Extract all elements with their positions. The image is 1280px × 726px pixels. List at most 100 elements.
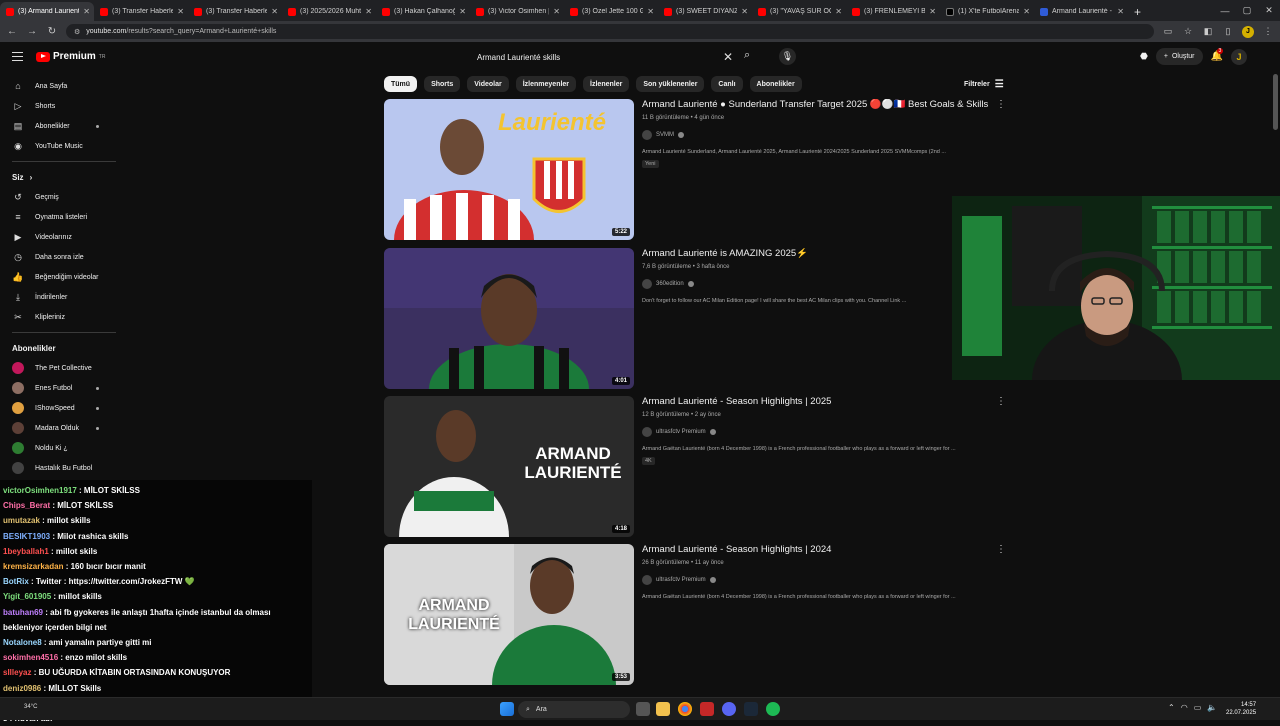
forward-icon[interactable]: → xyxy=(26,26,38,37)
search-icon[interactable]: ⌕ xyxy=(744,49,750,62)
task-view-icon[interactable] xyxy=(636,702,650,716)
start-icon[interactable] xyxy=(500,702,514,716)
tray-chevron-icon[interactable]: ⌃ xyxy=(1168,703,1175,712)
sidebar-item[interactable]: ◷ Daha sonra izle xyxy=(0,247,116,267)
close-tab-icon[interactable]: ✕ xyxy=(553,7,560,16)
back-icon[interactable]: ← xyxy=(6,26,18,37)
browser-tab[interactable]: (3) Victor Osimhen | 7 ✕ xyxy=(470,2,564,21)
sidebar-item[interactable]: ⌂ Ana Sayfa xyxy=(0,76,116,96)
close-tab-icon[interactable]: ✕ xyxy=(929,7,936,16)
video-thumbnail[interactable]: ARMAND LAURIENTÉ 4:18 xyxy=(384,396,634,537)
browser-tab[interactable]: (3) Hakan Çalhanoğlu✕ xyxy=(376,2,470,21)
filter-chip[interactable]: Son yüklenenler xyxy=(636,76,705,92)
url-field[interactable]: ⚙ youtube.com/results?search_query=Arman… xyxy=(66,24,1154,39)
sidebar-subscription[interactable]: IShowSpeed xyxy=(0,398,116,418)
close-window-icon[interactable]: ✕ xyxy=(1258,0,1280,21)
browser-tab[interactable]: (3) Armand Laurienté ✕ xyxy=(0,2,94,21)
filter-chip[interactable]: Videolar xyxy=(467,76,509,92)
more-options-icon[interactable]: ⋮ xyxy=(996,544,1006,555)
youtube-premium-logo[interactable]: Premium TR xyxy=(36,51,105,62)
media-app-icon[interactable] xyxy=(700,702,714,716)
wifi-icon[interactable]: ◠ xyxy=(1181,703,1188,712)
sidebar-item[interactable]: ▤ Abonelikler xyxy=(0,116,116,136)
browser-tab[interactable]: (3) "YAVAŞ SÜR OĞLU ✕ xyxy=(752,2,846,21)
video-thumbnail[interactable]: ARMAND LAURIENTÉ 3:53 xyxy=(384,544,634,685)
close-tab-icon[interactable]: ✕ xyxy=(459,7,466,16)
sidebar-subscription[interactable]: Madara Olduk xyxy=(0,418,116,438)
cast-icon[interactable]: ▭ xyxy=(1162,26,1174,37)
close-tab-icon[interactable]: ✕ xyxy=(83,7,90,16)
sidebar-subscription[interactable]: Noldu Ki ¿ xyxy=(0,438,116,458)
new-tab-icon[interactable]: + xyxy=(1128,2,1147,21)
cast-tv-icon[interactable]: ⬣ xyxy=(1140,51,1148,62)
sidebar-item[interactable]: ✂ Klipleriniz xyxy=(0,307,116,327)
scrollbar-thumb[interactable] xyxy=(1273,74,1278,130)
filter-chip[interactable]: İzlenenler xyxy=(583,76,630,92)
browser-tab[interactable]: (3) Transfer Haberleri ✕ xyxy=(188,2,282,21)
filter-chip[interactable]: İzlenmeyenler xyxy=(515,76,577,92)
sidebar-item[interactable]: ▷ Shorts xyxy=(0,96,116,116)
sidebar-subscription[interactable]: Hastalık Bu Futbol xyxy=(0,458,116,478)
maximize-icon[interactable]: ▢ xyxy=(1236,0,1258,21)
sidebar-subscription[interactable]: The Pet Collective xyxy=(0,358,116,378)
filters-button[interactable]: Filtreler ☰ xyxy=(964,79,1004,90)
volume-icon[interactable]: 🔈 xyxy=(1207,703,1217,712)
sidebar-subscription[interactable]: Enes Futbol xyxy=(0,378,116,398)
chrome-icon[interactable] xyxy=(678,702,692,716)
browser-profile-avatar[interactable]: J xyxy=(1242,25,1254,38)
close-tab-icon[interactable]: ✕ xyxy=(741,7,748,16)
close-tab-icon[interactable]: ✕ xyxy=(647,7,654,16)
browser-tab[interactable]: (3) 2025/2026 Muhtem✕ xyxy=(282,2,376,21)
network-icon[interactable]: ▭ xyxy=(1194,703,1202,712)
browser-tab[interactable]: (3) SWEET DIYANZA ✕ xyxy=(658,2,752,21)
video-title[interactable]: Armand Laurienté ● Sunderland Transfer T… xyxy=(642,99,992,113)
weather-widget[interactable]: 34°C xyxy=(24,704,37,710)
search-input[interactable] xyxy=(468,47,738,67)
notifications-bell-icon[interactable]: 🔔 3 xyxy=(1211,48,1224,62)
sidebar-item[interactable]: 👍 Beğendiğim videolar xyxy=(0,267,116,287)
clear-search-icon[interactable]: ✕ xyxy=(723,50,733,64)
video-channel[interactable]: 360edition xyxy=(642,279,992,289)
video-result[interactable]: 4:01 Armand Laurienté is AMAZING 2025⚡ 7,6… xyxy=(384,248,1006,390)
more-options-icon[interactable]: ⋮ xyxy=(996,396,1006,407)
browser-menu-icon[interactable]: ⋮ xyxy=(1262,26,1274,37)
taskbar-search[interactable]: ⌕ Ara xyxy=(518,701,630,718)
browser-tab[interactable]: (3) FRENLEMEYİ BANA✕ xyxy=(846,2,940,21)
browser-tab[interactable]: (3) Transfer Haberleri ✕ xyxy=(94,2,188,21)
account-avatar[interactable]: J xyxy=(1230,48,1247,65)
menu-icon[interactable] xyxy=(12,52,23,61)
video-result[interactable]: Laurienté 5:22 Armand Laurienté ● Sunderla… xyxy=(384,99,1006,241)
close-tab-icon[interactable]: ✕ xyxy=(177,7,184,16)
video-channel[interactable]: ultrasfctv Premium xyxy=(642,427,992,437)
filter-chip[interactable]: Shorts xyxy=(424,76,461,92)
video-result[interactable]: ARMAND LAURIENTÉ 4:18 Armand Laurienté - S… xyxy=(384,396,1006,538)
browser-tab[interactable]: Armand Laurienté - C ✕ xyxy=(1034,2,1128,21)
taskbar-clock[interactable]: 14:57 22.07.2025 xyxy=(1226,701,1256,717)
browser-tab[interactable]: (1) X'te FutbolArena ✕ xyxy=(940,2,1034,21)
page-scrollbar[interactable] xyxy=(1273,72,1278,692)
video-thumbnail[interactable]: 4:01 xyxy=(384,248,634,389)
reload-icon[interactable]: ↻ xyxy=(46,26,58,37)
video-result[interactable]: ARMAND LAURIENTÉ 3:53 Armand Laurienté - S… xyxy=(384,544,1006,686)
more-options-icon[interactable]: ⋮ xyxy=(996,99,1006,110)
filter-chip[interactable]: Tümü xyxy=(384,76,418,92)
close-tab-icon[interactable]: ✕ xyxy=(1023,7,1030,16)
video-channel[interactable]: ultrasfctv Premium xyxy=(642,575,992,585)
bookmark-star-icon[interactable]: ☆ xyxy=(1182,26,1194,37)
close-tab-icon[interactable]: ✕ xyxy=(835,7,842,16)
video-thumbnail[interactable]: Laurienté 5:22 xyxy=(384,99,634,240)
video-title[interactable]: Armand Laurienté is AMAZING 2025⚡ xyxy=(642,248,992,262)
sidebar-item[interactable]: ▶ Videolarınız xyxy=(0,227,116,247)
minimize-icon[interactable]: — xyxy=(1214,0,1236,21)
sidebar-item[interactable]: ◉ YouTube Music xyxy=(0,136,116,156)
sidebar-item[interactable]: ⤓ İndirilenler xyxy=(0,287,116,307)
extensions-icon[interactable]: ◧ xyxy=(1202,26,1214,37)
steam-icon[interactable] xyxy=(744,702,758,716)
sidebar-you-header[interactable]: Siz › xyxy=(0,167,116,187)
sidebar-item[interactable]: ↺ Geçmiş xyxy=(0,187,116,207)
sidepanel-icon[interactable]: ▯ xyxy=(1222,26,1234,37)
close-tab-icon[interactable]: ✕ xyxy=(271,7,278,16)
create-button[interactable]: + Oluştur xyxy=(1155,48,1203,65)
voice-search-icon[interactable]: 🎙 xyxy=(779,48,796,65)
discord-icon[interactable] xyxy=(722,702,736,716)
